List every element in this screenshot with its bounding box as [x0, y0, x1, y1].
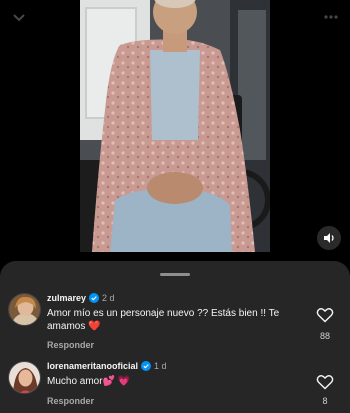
speaker-icon — [324, 233, 334, 243]
comment-header: zulmarey 2 d — [47, 293, 115, 303]
more-icon[interactable] — [322, 8, 340, 26]
like-count: 8 — [322, 396, 328, 406]
reply-button[interactable]: Responder — [47, 396, 94, 406]
avatar[interactable] — [8, 361, 41, 394]
reply-button[interactable]: Responder — [47, 340, 94, 350]
chevron-down-icon[interactable] — [10, 8, 28, 26]
comment-age: 1 d — [154, 361, 167, 371]
comment-text: Mucho amor💕 💗 — [47, 376, 131, 387]
heart-outline-icon[interactable] — [316, 374, 334, 390]
like-count: 88 — [319, 331, 330, 341]
comments-sheet: zulmarey 2 d Amor mío es un personaje nu… — [0, 261, 350, 413]
verified-icon — [89, 293, 100, 303]
comment-age: 2 d — [102, 293, 115, 303]
comment-header: lorenameritanooficial 1 d — [47, 361, 167, 371]
comment-username[interactable]: lorenameritanooficial — [47, 361, 138, 371]
reel-viewer — [0, 0, 350, 262]
sheet-drag-handle[interactable] — [160, 273, 190, 276]
mute-button[interactable] — [317, 226, 341, 250]
verified-icon — [141, 361, 152, 371]
heart-outline-icon[interactable] — [316, 307, 334, 323]
comment-username[interactable]: zulmarey — [47, 293, 86, 303]
comment-text: Amor mío es un personaje nuevo ?? Estás … — [47, 308, 280, 332]
video-frame[interactable] — [80, 0, 270, 252]
video-scene — [80, 0, 270, 252]
avatar[interactable] — [8, 293, 41, 326]
